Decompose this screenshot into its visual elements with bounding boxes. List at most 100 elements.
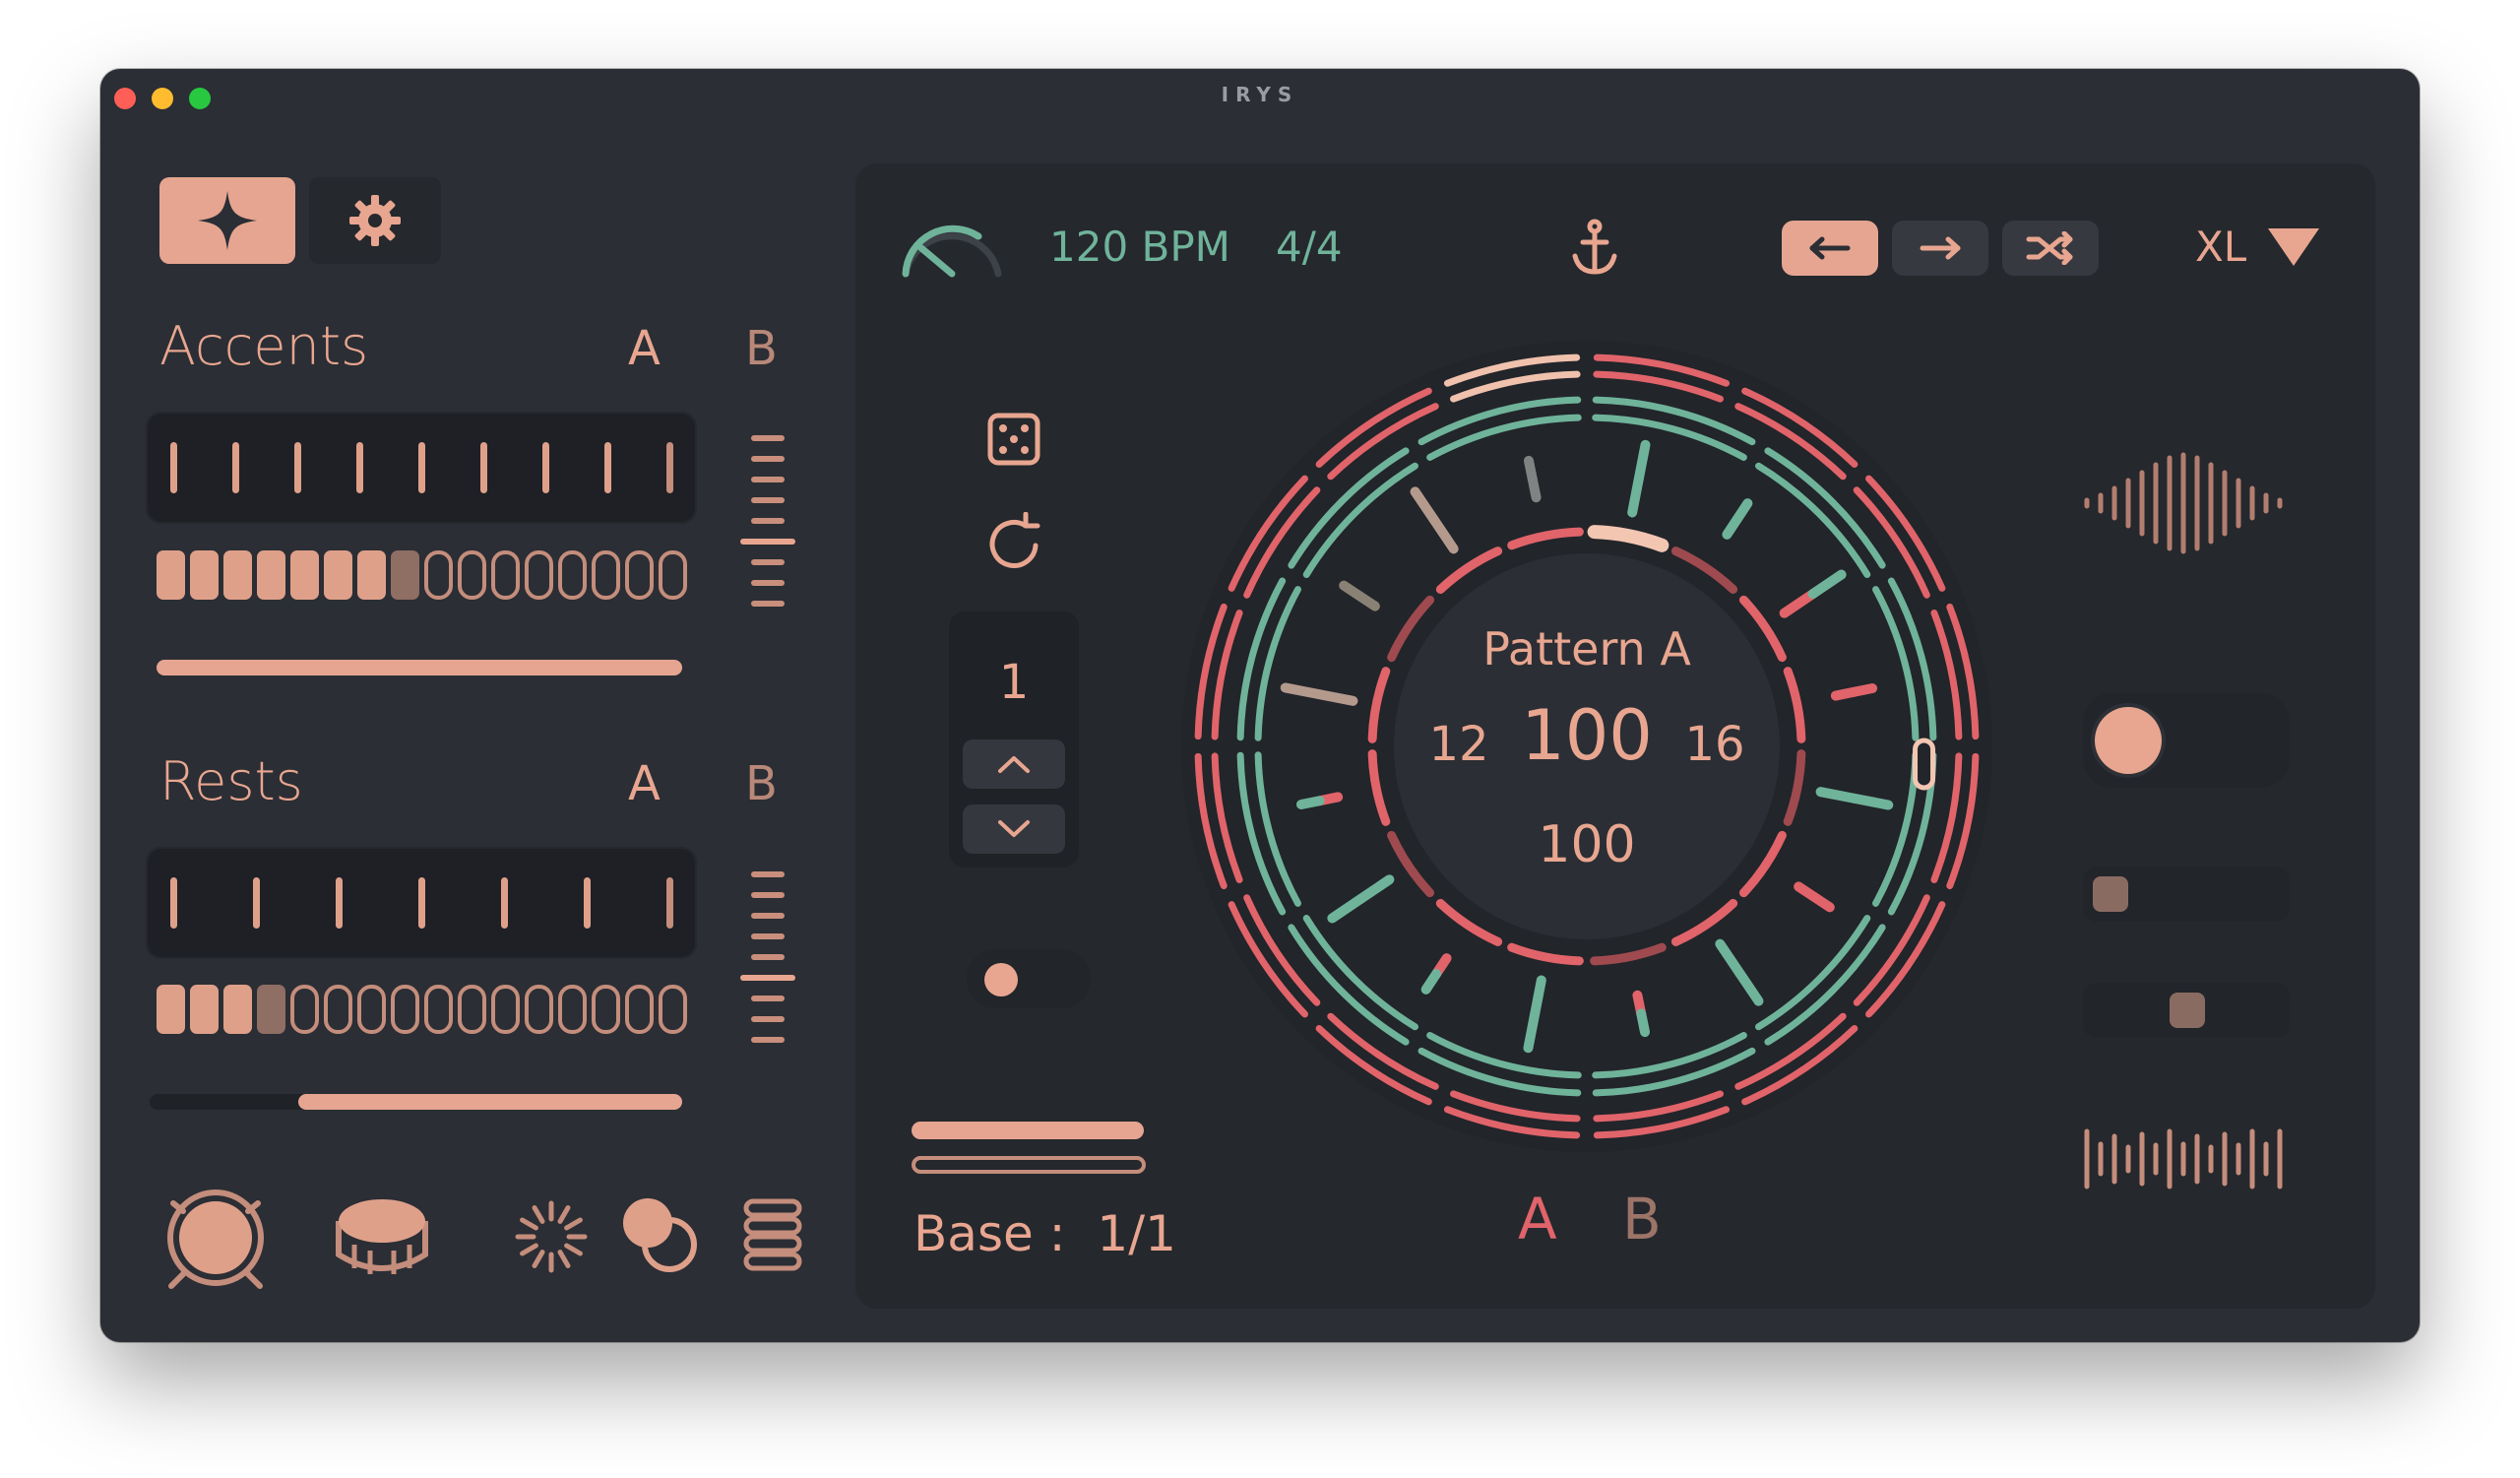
step-cell[interactable] — [257, 985, 285, 1034]
step-tick[interactable] — [501, 877, 508, 929]
kick-drum-icon[interactable] — [161, 1184, 270, 1292]
accents-slider-fill[interactable] — [157, 660, 682, 675]
step-cell[interactable] — [324, 550, 352, 600]
tab-settings[interactable] — [309, 177, 441, 264]
accents-b-toggle[interactable]: B — [745, 321, 778, 376]
snare-drum-icon[interactable] — [333, 1189, 431, 1284]
step-cell[interactable] — [157, 550, 185, 600]
rests-b-toggle[interactable]: B — [745, 756, 778, 811]
step-cell[interactable] — [190, 985, 219, 1034]
slider-two[interactable] — [2083, 983, 2290, 1038]
step-tick[interactable] — [253, 877, 260, 929]
slider-one-thumb[interactable] — [2093, 876, 2128, 912]
stepper-up-button[interactable] — [963, 739, 1065, 789]
size-dropdown-icon[interactable] — [2266, 226, 2321, 268]
step-cell[interactable] — [424, 985, 453, 1034]
step-cell[interactable] — [157, 985, 185, 1034]
overlap-circles-icon[interactable] — [618, 1193, 703, 1278]
step-cell[interactable] — [391, 985, 419, 1034]
step-cell[interactable] — [659, 985, 687, 1034]
step-cell[interactable] — [190, 550, 219, 600]
step-tick[interactable] — [666, 442, 673, 493]
step-tick[interactable] — [336, 877, 343, 929]
steps-right-value[interactable]: 16 — [1666, 717, 1764, 772]
anchor-icon[interactable] — [1571, 219, 1618, 278]
small-toggle[interactable] — [967, 949, 1091, 1008]
accents-cells[interactable] — [157, 550, 687, 600]
step-tick[interactable] — [418, 442, 425, 493]
slider-one[interactable] — [2083, 867, 2290, 922]
bpm-display[interactable]: 120 BPM — [1049, 223, 1230, 271]
step-cell[interactable] — [357, 985, 386, 1034]
step-tick[interactable] — [356, 442, 363, 493]
step-cell[interactable] — [625, 550, 654, 600]
step-cell[interactable] — [357, 550, 386, 600]
step-tick[interactable] — [604, 442, 611, 493]
direction-left-button[interactable] — [1782, 221, 1878, 276]
step-tick[interactable] — [666, 877, 673, 929]
accents-step-strip[interactable] — [146, 412, 697, 524]
step-cell[interactable] — [491, 550, 520, 600]
step-tick[interactable] — [542, 442, 549, 493]
step-cell[interactable] — [223, 985, 252, 1034]
step-cell[interactable] — [592, 550, 620, 600]
dice-icon[interactable] — [986, 412, 1041, 467]
arrow-right-icon — [1920, 236, 1961, 260]
rests-slider-fill[interactable] — [298, 1094, 682, 1110]
scale-line — [751, 996, 785, 1001]
step-cell[interactable] — [458, 985, 486, 1034]
step-cell[interactable] — [525, 985, 553, 1034]
step-mark — [1295, 796, 1325, 810]
step-cell[interactable] — [592, 985, 620, 1034]
tempo-dial-icon[interactable] — [898, 211, 1006, 280]
step-tick[interactable] — [232, 442, 239, 493]
tab-generate[interactable] — [159, 177, 295, 264]
center-value[interactable]: 100 — [1488, 695, 1685, 776]
gear-icon — [349, 195, 401, 246]
step-tick[interactable] — [170, 442, 177, 493]
accents-title: Accents — [159, 315, 369, 377]
reload-icon[interactable] — [986, 512, 1041, 571]
bottom-value[interactable]: 100 — [1488, 815, 1685, 874]
step-cell[interactable] — [324, 985, 352, 1034]
direction-shuffle-button[interactable] — [2002, 221, 2099, 276]
step-cell[interactable] — [424, 550, 453, 600]
step-cell[interactable] — [558, 985, 587, 1034]
sparkle-burst-icon[interactable] — [512, 1197, 591, 1276]
stack-icon[interactable] — [742, 1197, 803, 1274]
step-cell[interactable] — [257, 550, 285, 600]
slider-two-thumb[interactable] — [2170, 993, 2205, 1028]
size-label[interactable]: XL — [2195, 223, 2246, 271]
step-tick[interactable] — [480, 442, 487, 493]
time-signature[interactable]: 4/4 — [1276, 223, 1343, 271]
step-cell[interactable] — [525, 550, 553, 600]
step-cell[interactable] — [223, 550, 252, 600]
stepper-down-button[interactable] — [963, 804, 1065, 854]
step-tick[interactable] — [584, 877, 591, 929]
step-cell[interactable] — [491, 985, 520, 1034]
rests-level-scale[interactable] — [740, 871, 795, 1049]
step-mark — [1314, 689, 1358, 706]
rests-a-toggle[interactable]: A — [628, 756, 661, 811]
step-tick[interactable] — [294, 442, 301, 493]
step-cell[interactable] — [391, 550, 419, 600]
step-tick[interactable] — [418, 877, 425, 929]
step-cell[interactable] — [625, 985, 654, 1034]
step-cell[interactable] — [458, 550, 486, 600]
accents-a-toggle[interactable]: A — [628, 321, 661, 376]
large-toggle[interactable] — [2083, 693, 2290, 788]
step-cell[interactable] — [659, 550, 687, 600]
step-tick[interactable] — [170, 877, 177, 929]
shuffle-icon — [2026, 231, 2073, 265]
step-cell[interactable] — [290, 550, 319, 600]
wheel-a-toggle[interactable]: A — [1518, 1186, 1557, 1253]
base-value[interactable]: 1/1 — [1097, 1205, 1175, 1262]
rests-cells[interactable] — [157, 985, 687, 1034]
step-mark — [1849, 793, 1894, 810]
direction-right-button[interactable] — [1892, 221, 1988, 276]
step-cell[interactable] — [290, 985, 319, 1034]
step-cell[interactable] — [558, 550, 587, 600]
rests-step-strip[interactable] — [146, 847, 697, 959]
wheel-b-toggle[interactable]: B — [1622, 1186, 1662, 1253]
accents-level-scale[interactable] — [740, 435, 795, 612]
